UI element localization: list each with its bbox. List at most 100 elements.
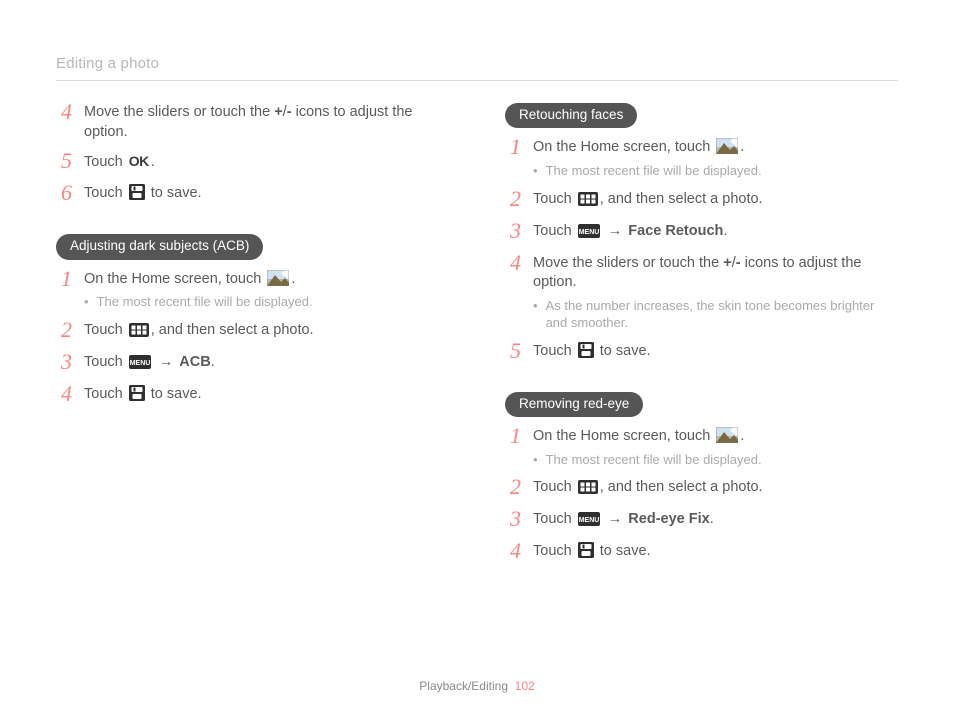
step-body: Touch , and then select a photo. (84, 321, 449, 341)
step: 4 Touch to save. (505, 542, 898, 564)
step-number: 2 (505, 476, 521, 498)
step-number: 4 (56, 101, 72, 123)
footer: Playback/Editing 102 (0, 678, 954, 694)
step: 4 Touch to save. (56, 385, 449, 407)
step-text: Move the sliders or touch the +/- icons … (84, 104, 412, 140)
step: 5 Touch to save. (505, 342, 898, 364)
step: 2 Touch , and then select a photo. (505, 190, 898, 212)
step-body: Touch → Face Retouch. (533, 222, 898, 242)
step-text: Touch → Red-eye Fix. (533, 511, 714, 527)
sub-item: As the number increases, the skin tone b… (533, 297, 898, 332)
step-number: 1 (56, 268, 72, 290)
step-body: Touch , and then select a photo. (533, 190, 898, 210)
step-list: 1 On the Home screen, touch . The most rec… (56, 270, 449, 407)
bold-text: Face Retouch (628, 223, 723, 239)
bold-text: - (287, 104, 292, 120)
step-text: Touch to save. (84, 185, 202, 201)
step-number: 4 (56, 383, 72, 405)
step-list: 1On the Home screen, touch .The most rec… (505, 138, 898, 363)
thumbs-icon (129, 323, 149, 337)
step: 4Move the sliders or touch the +/- icons… (505, 254, 898, 332)
step: 5 Touch OK. (56, 152, 449, 174)
thumbs-icon (578, 480, 598, 494)
sub-text: The most recent file will be displayed. (97, 293, 313, 311)
page: Editing a photo 4 Move the sliders or tou… (0, 0, 954, 720)
step-body: On the Home screen, touch . The most rece… (533, 138, 898, 179)
step: 1On the Home screen, touch .The most rec… (505, 138, 898, 179)
save-icon (578, 342, 594, 358)
arrow-icon: → (606, 223, 625, 239)
step-number: 1 (505, 425, 521, 447)
save-icon (578, 542, 594, 558)
step-text: Touch , and then select a photo. (84, 322, 314, 338)
step-number: 3 (505, 508, 521, 530)
bold-text: - (736, 255, 741, 271)
step-number: 2 (505, 188, 521, 210)
step: 3 Touch → Face Retouch. (505, 222, 898, 244)
menu-icon (129, 355, 151, 369)
footer-section: Playback/Editing (419, 679, 508, 693)
sub-text: The most recent file will be displayed. (546, 162, 762, 180)
step-body: On the Home screen, touch . The most rece… (84, 270, 449, 311)
step-number: 5 (56, 150, 72, 172)
sub-text: As the number increases, the skin tone b… (546, 297, 898, 332)
step-number: 5 (505, 340, 521, 362)
sub-item: The most recent file will be displayed. (533, 162, 898, 180)
step: 2 Touch , and then select a photo. (505, 478, 898, 500)
step-body: Touch → ACB. (84, 353, 449, 373)
step: 1 On the Home screen, touch . The most rec… (56, 270, 449, 311)
footer-page-number: 102 (515, 679, 535, 693)
page-title: Editing a photo (56, 54, 898, 74)
step-text: Move the sliders or touch the +/- icons … (533, 255, 861, 291)
step-body: Touch to save. (84, 385, 449, 405)
step-text: On the Home screen, touch . (533, 428, 744, 444)
step-text: Touch to save. (84, 386, 202, 402)
photo-icon (716, 427, 738, 443)
step-list: 1 On the Home screen, touch . The most rec… (505, 427, 898, 564)
step: 4 Move the sliders or touch the +/- icons… (56, 103, 449, 142)
sub-text: The most recent file will be displayed. (546, 451, 762, 469)
step-text: Touch to save. (533, 343, 651, 359)
right-column: Retouching faces 1 On the Home screen, tou… (505, 103, 898, 574)
thumbs-icon (578, 192, 598, 206)
sub-list: The most recent file will be displayed. (533, 162, 898, 180)
sub-item: The most recent file will be displayed. (84, 293, 449, 311)
step-number: 6 (56, 182, 72, 204)
step: 6 Touch to save. (56, 184, 449, 206)
bold-text: + (274, 104, 282, 120)
arrow-icon: → (606, 511, 625, 527)
bold-text: ACB (179, 354, 210, 370)
section-heading: Removing red-eye (505, 392, 643, 417)
sub-list: The most recent file will be displayed. (533, 451, 898, 469)
sub-item: The most recent file will be displayed. (533, 451, 898, 469)
step-text: On the Home screen, touch . (84, 271, 295, 287)
step: 1 On the Home screen, touch . The most rec… (505, 427, 898, 468)
step-text: On the Home screen, touch . (533, 139, 744, 155)
step-number: 4 (505, 540, 521, 562)
step-text: Touch , and then select a photo. (533, 191, 763, 207)
save-icon (129, 385, 145, 401)
step-body: Move the sliders or touch the +/- icons … (533, 254, 898, 332)
section-heading: Retouching faces (505, 103, 637, 128)
step-list: 4 Move the sliders or touch the +/- icons… (56, 103, 449, 206)
divider (56, 80, 898, 81)
step-body: On the Home screen, touch . The most rece… (533, 427, 898, 468)
step-number: 3 (56, 351, 72, 373)
step-number: 2 (56, 319, 72, 341)
left-column: 4 Move the sliders or touch the +/- icons… (56, 103, 449, 574)
step-text: Touch to save. (533, 543, 651, 559)
ok-icon: OK (129, 152, 149, 171)
arrow-icon: → (157, 354, 176, 370)
step-text: Touch OK. (84, 154, 155, 170)
section-heading: Adjusting dark subjects (ACB) (56, 234, 263, 259)
menu-icon (578, 512, 600, 526)
step-number: 3 (505, 220, 521, 242)
step: 3 Touch → ACB. (56, 353, 449, 375)
step-text: Touch , and then select a photo. (533, 479, 763, 495)
step-text: Touch → Face Retouch. (533, 223, 727, 239)
sub-list: The most recent file will be displayed. (84, 293, 449, 311)
step-body: Touch , and then select a photo. (533, 478, 898, 498)
sub-list: As the number increases, the skin tone b… (533, 297, 898, 332)
save-icon (129, 184, 145, 200)
step-body: Move the sliders or touch the +/- icons … (84, 103, 449, 142)
